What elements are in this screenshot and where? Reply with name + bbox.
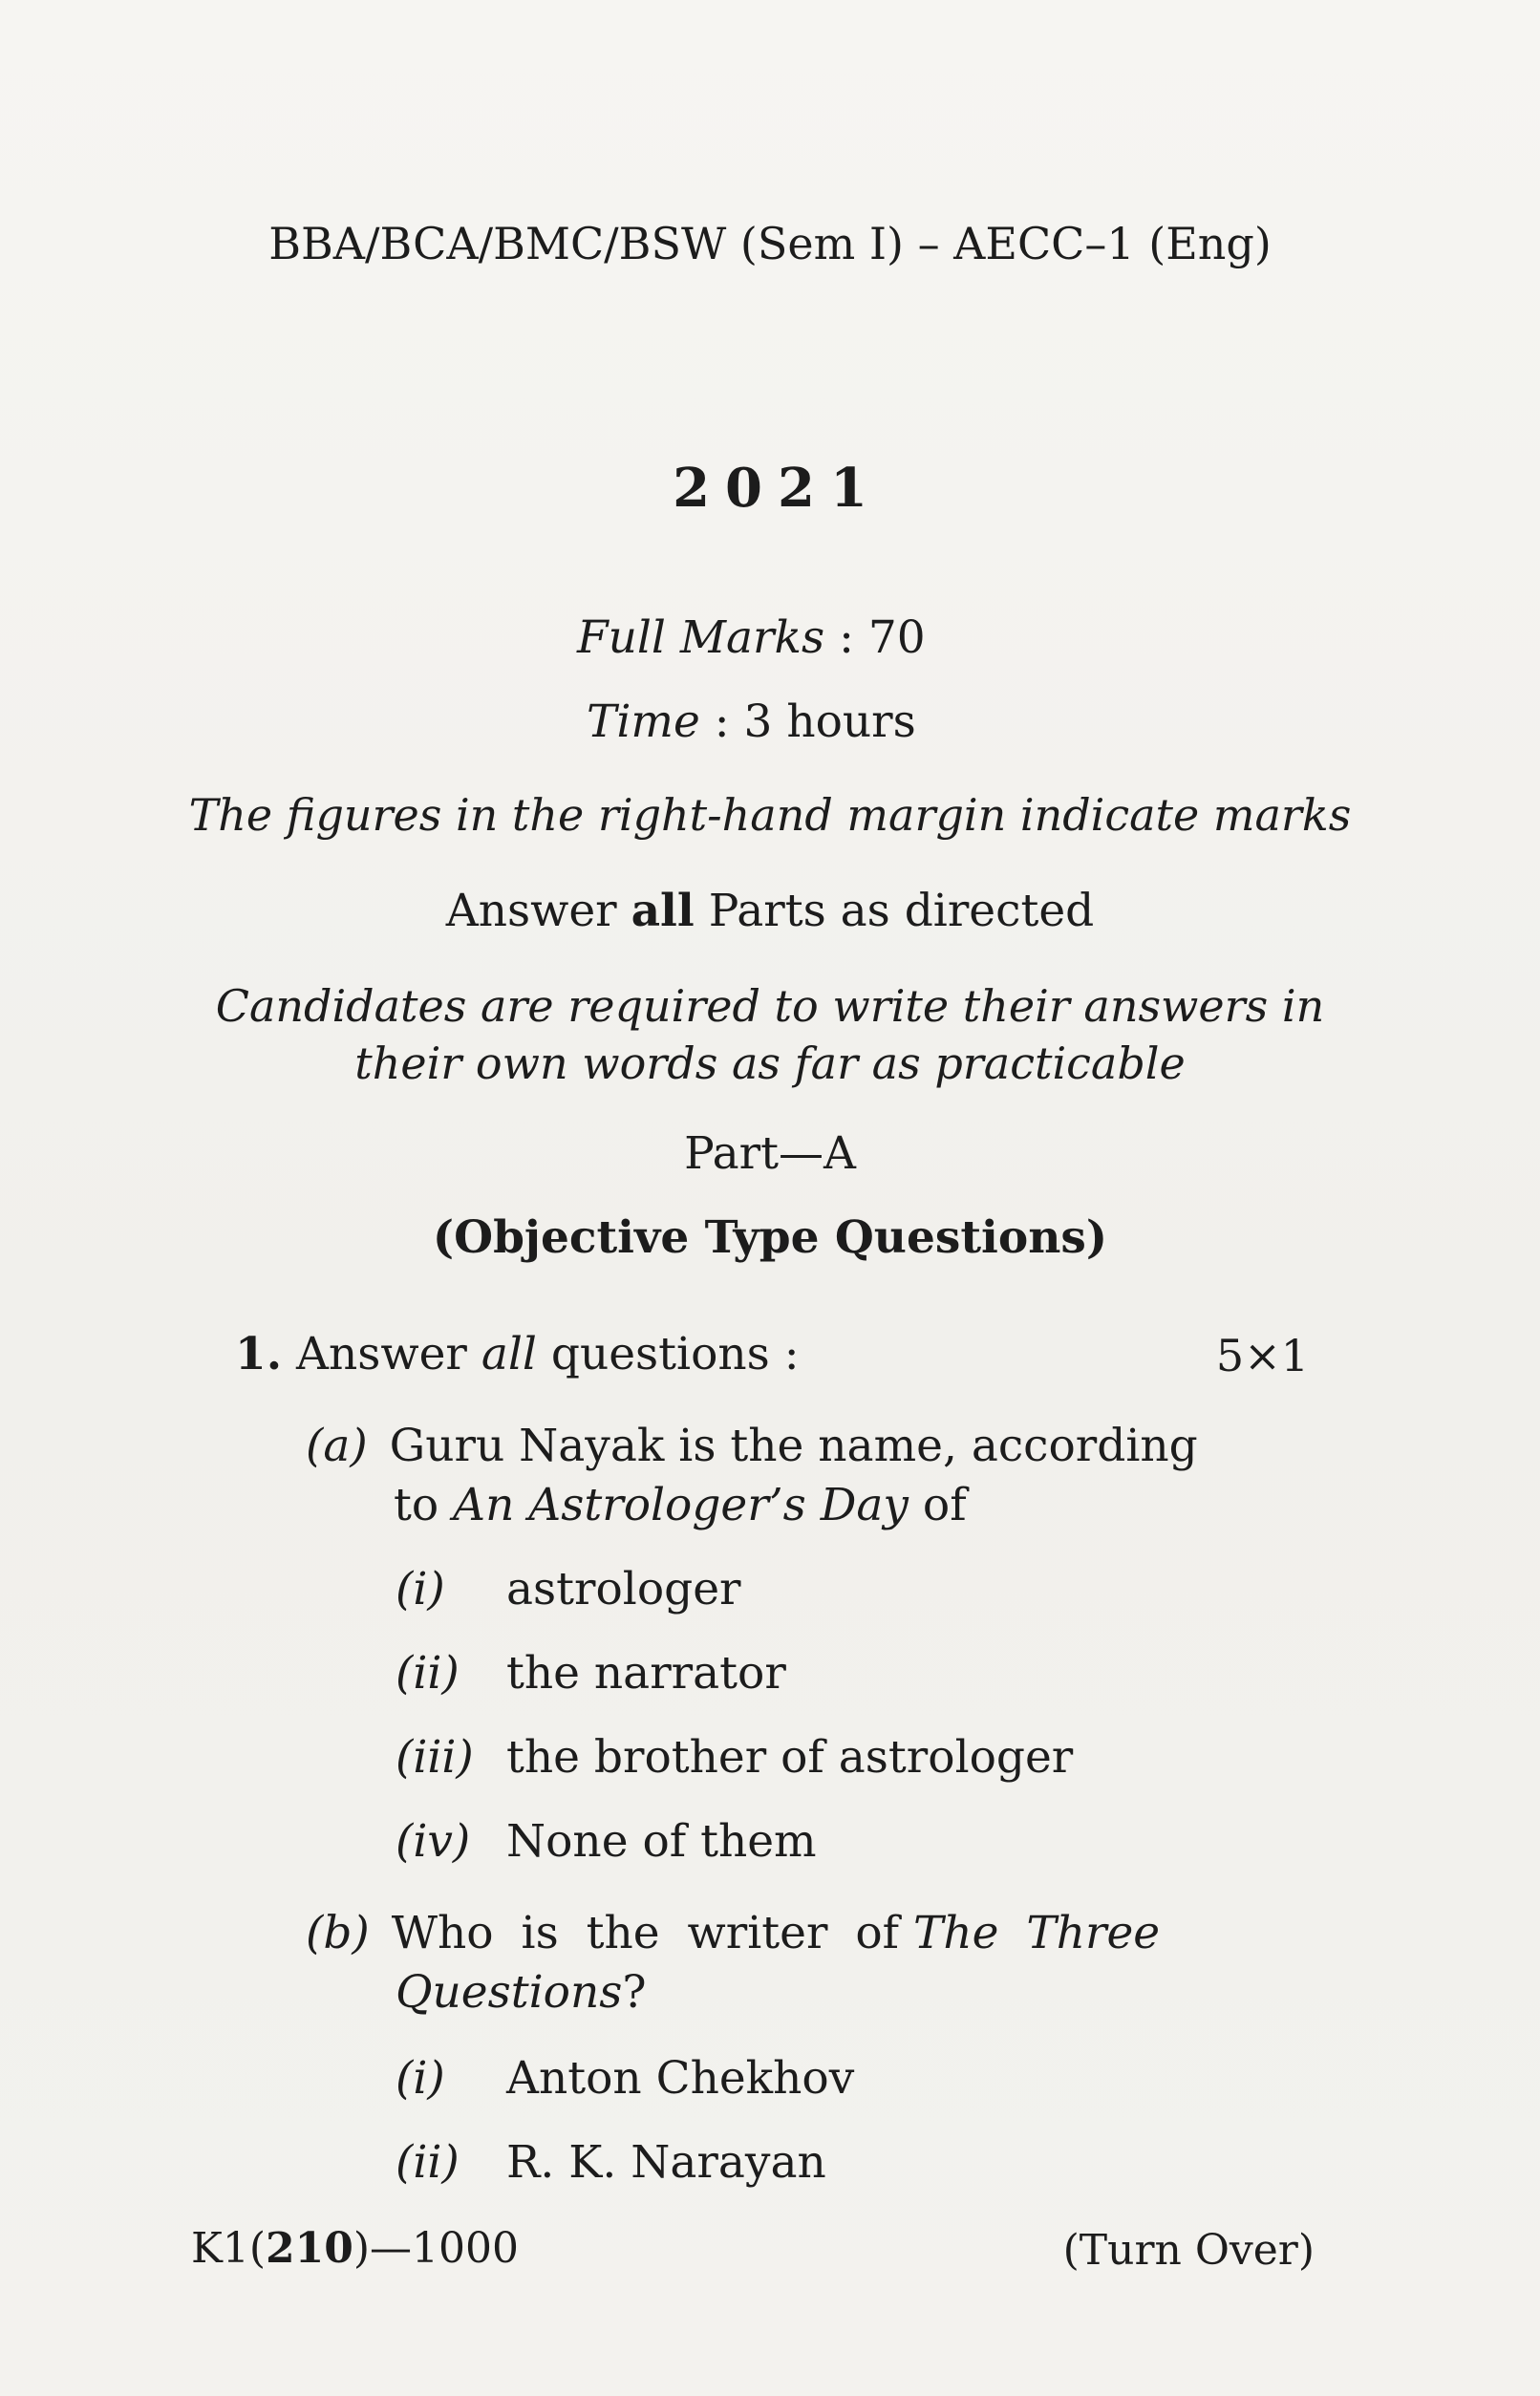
marks-note-text: The figures in the right-hand margin ind… [188, 789, 1352, 841]
question-1: 1. Answer all questions : [235, 1328, 800, 1380]
turn-over: (Turn Over) [955, 2226, 1315, 2275]
paper-code: K1(210)—1000 [191, 2224, 519, 2273]
answer-bold: all [631, 885, 695, 937]
question-1b-prefix: Who is the writer of [391, 1907, 900, 1959]
full-marks: Full Marks : 70 [577, 611, 926, 664]
part-subtitle-text: (Objective Type Questions) [432, 1211, 1108, 1264]
option-b-ii: (ii) R. K. Narayan [396, 2136, 826, 2189]
question-1a-line2: to An Astrologer’s Day of [394, 1479, 967, 1531]
exam-year: 2021 [0, 457, 1540, 520]
option-b-i-text: Anton Chekhov [506, 2052, 855, 2105]
candidates-line1-text: Candidates are required to write their a… [215, 980, 1325, 1032]
option-a-iv: (iv) None of them [396, 1815, 817, 1868]
paper-code-prefix: K1( [191, 2224, 267, 2273]
part-subtitle: (Objective Type Questions) [0, 1211, 1540, 1264]
option-b-i: (i) Anton Chekhov [396, 2052, 854, 2105]
part-title: Part—A [0, 1127, 1540, 1180]
question-1a-line1: (a) Guru Nayak is the name, according [306, 1420, 1198, 1472]
question-1a-story-title: An Astrologer’s Day [453, 1479, 909, 1531]
paper-code-suffix: )—1000 [353, 2224, 520, 2273]
option-b-i-label: (i) [396, 2052, 445, 2105]
answer-suffix: Parts as directed [708, 885, 1095, 937]
time-value: : 3 hours [714, 695, 916, 748]
time-allowed: Time : 3 hours [587, 695, 916, 748]
question-1a-line2-suffix: of [922, 1479, 967, 1531]
question-1b-line2: Questions? [396, 1966, 647, 2019]
question-1b-story-title-part1: The Three [913, 1907, 1161, 1959]
option-a-ii-text: the narrator [506, 1647, 786, 1700]
question-1-marks-text: 5×1 [1215, 1330, 1309, 1381]
option-a-iii-text: the brother of astrologer [506, 1731, 1074, 1784]
option-a-i-text: astrologer [506, 1563, 741, 1615]
option-a-i: (i) astrologer [396, 1563, 741, 1615]
question-1-number: 1. [235, 1328, 283, 1380]
question-1b-suffix: ? [622, 1966, 647, 2019]
course-title: BBA/BCA/BMC/BSW (Sem I) – AECC–1 (Eng) [0, 218, 1540, 269]
question-1-suffix: questions : [550, 1328, 800, 1380]
question-1a-line2-prefix: to [394, 1479, 439, 1531]
candidates-note-line2: their own words as far as practicable [0, 1038, 1540, 1089]
full-marks-value: : 70 [839, 611, 926, 664]
question-1-prefix: Answer [296, 1328, 467, 1380]
question-1b-label: (b) [306, 1907, 370, 1959]
course-title-text: BBA/BCA/BMC/BSW (Sem I) – AECC–1 (Eng) [268, 218, 1272, 269]
option-a-iii: (iii) the brother of astrologer [396, 1731, 1073, 1784]
candidates-line2-text: their own words as far as practicable [354, 1038, 1186, 1089]
option-b-ii-label: (ii) [396, 2136, 460, 2189]
answer-prefix: Answer [445, 885, 617, 937]
exam-year-text: 2021 [673, 457, 883, 520]
option-a-ii: (ii) the narrator [396, 1647, 786, 1700]
option-a-iv-label: (iv) [396, 1815, 471, 1868]
part-title-text: Part—A [684, 1127, 856, 1180]
time-label: Time [587, 695, 700, 748]
question-1-marks: 5×1 [1051, 1330, 1309, 1381]
paper-code-bold: 210 [266, 2224, 353, 2273]
option-b-ii-text: R. K. Narayan [506, 2136, 826, 2189]
answer-instruction: Answer all Parts as directed [0, 885, 1540, 937]
option-a-ii-label: (ii) [396, 1647, 460, 1700]
option-a-i-label: (i) [396, 1563, 445, 1615]
question-1b-story-title-part2: Questions [396, 1966, 623, 2019]
full-marks-label: Full Marks [577, 611, 825, 664]
question-1a-text: Guru Nayak is the name, according [389, 1420, 1198, 1472]
turn-over-text: (Turn Over) [1062, 2226, 1315, 2275]
marks-note: The figures in the right-hand margin ind… [0, 789, 1540, 841]
exam-page: BBA/BCA/BMC/BSW (Sem I) – AECC–1 (Eng) 2… [0, 0, 1540, 2396]
question-1-italic: all [481, 1328, 537, 1380]
candidates-note-line1: Candidates are required to write their a… [0, 980, 1540, 1032]
option-a-iii-label: (iii) [396, 1731, 474, 1784]
question-1a-label: (a) [306, 1420, 368, 1472]
question-1b-line1: (b) Who is the writer of The Three [306, 1907, 1160, 1959]
option-a-iv-text: None of them [506, 1815, 817, 1868]
